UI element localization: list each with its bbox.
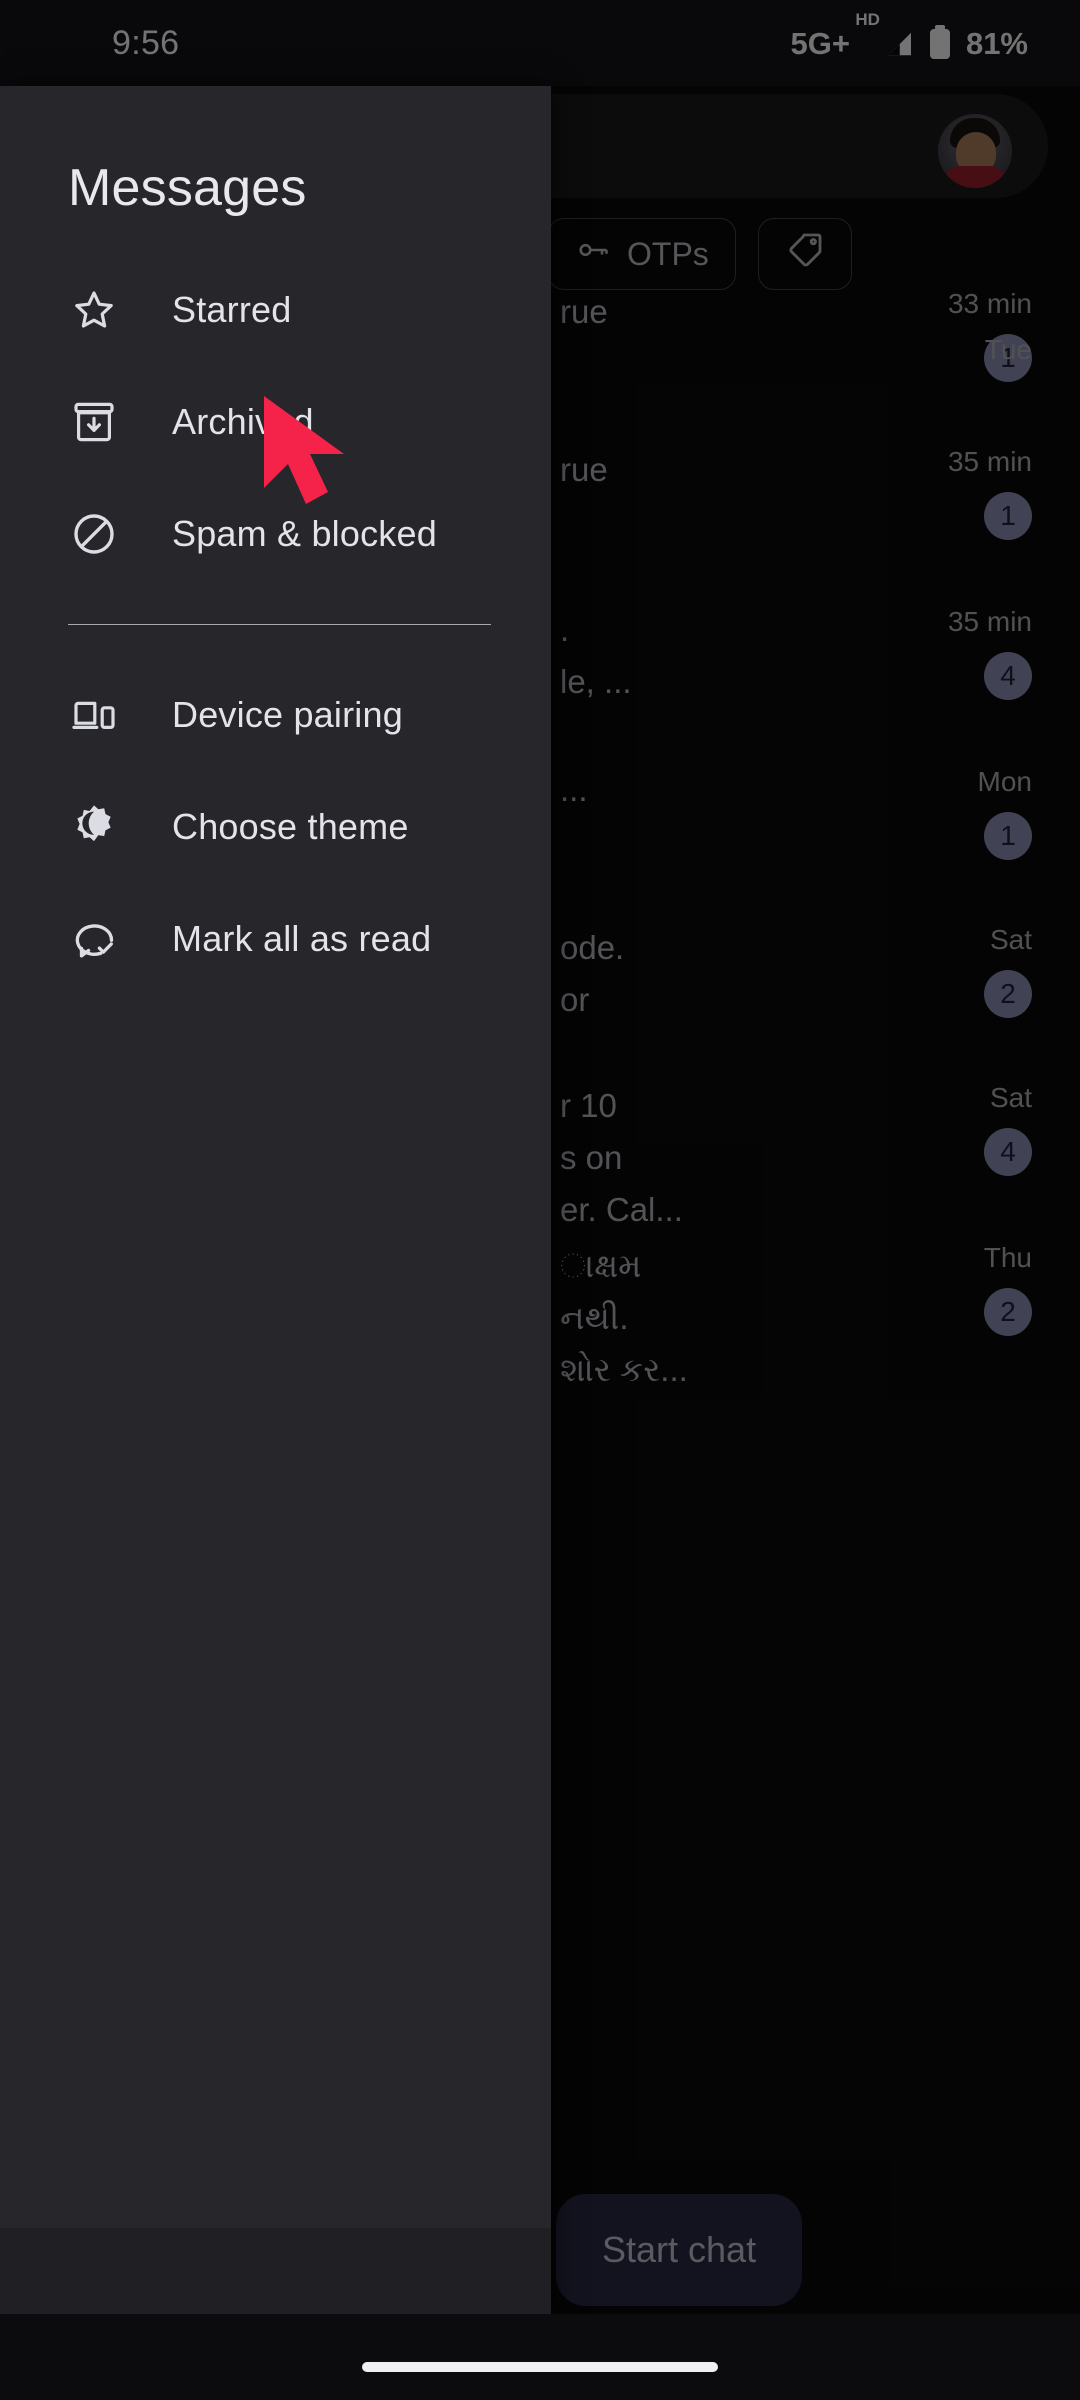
drawer-menu-top: Starred Archived Spam & blocked (0, 254, 551, 590)
phone-screen: OTPs rue33 min1rue35 min1. le, ...35 min… (0, 0, 1080, 2400)
menu-item-spam-blocked[interactable]: Spam & blocked (0, 478, 551, 590)
menu-item-mark-all-read-label: Mark all as read (172, 918, 432, 959)
drawer-menu-bottom: Device pairing Choose theme Mark all as … (0, 659, 551, 995)
navigation-drawer: Messages Starred Archived Spam & blocked… (0, 86, 551, 2314)
gesture-nav-bar (0, 2314, 1080, 2400)
menu-item-spam-blocked-label: Spam & blocked (172, 513, 437, 554)
menu-item-archived[interactable]: Archived (0, 366, 551, 478)
device-pairing-icon (68, 689, 120, 741)
drawer-divider (68, 624, 491, 625)
menu-item-device-pairing-label: Device pairing (172, 694, 403, 735)
menu-item-device-pairing[interactable]: Device pairing (0, 659, 551, 771)
menu-item-starred[interactable]: Starred (0, 254, 551, 366)
menu-item-starred-label: Starred (172, 289, 292, 330)
theme-icon (68, 801, 120, 853)
menu-item-choose-theme[interactable]: Choose theme (0, 771, 551, 883)
mark-read-icon (68, 913, 120, 965)
star-icon (68, 284, 120, 336)
drawer-footer (0, 2228, 551, 2314)
archive-icon (68, 396, 120, 448)
menu-item-choose-theme-label: Choose theme (172, 806, 409, 847)
block-icon (68, 508, 120, 560)
home-indicator[interactable] (362, 2362, 718, 2372)
menu-item-archived-label: Archived (172, 401, 314, 442)
drawer-title: Messages (68, 159, 307, 217)
menu-item-mark-all-read[interactable]: Mark all as read (0, 883, 551, 995)
